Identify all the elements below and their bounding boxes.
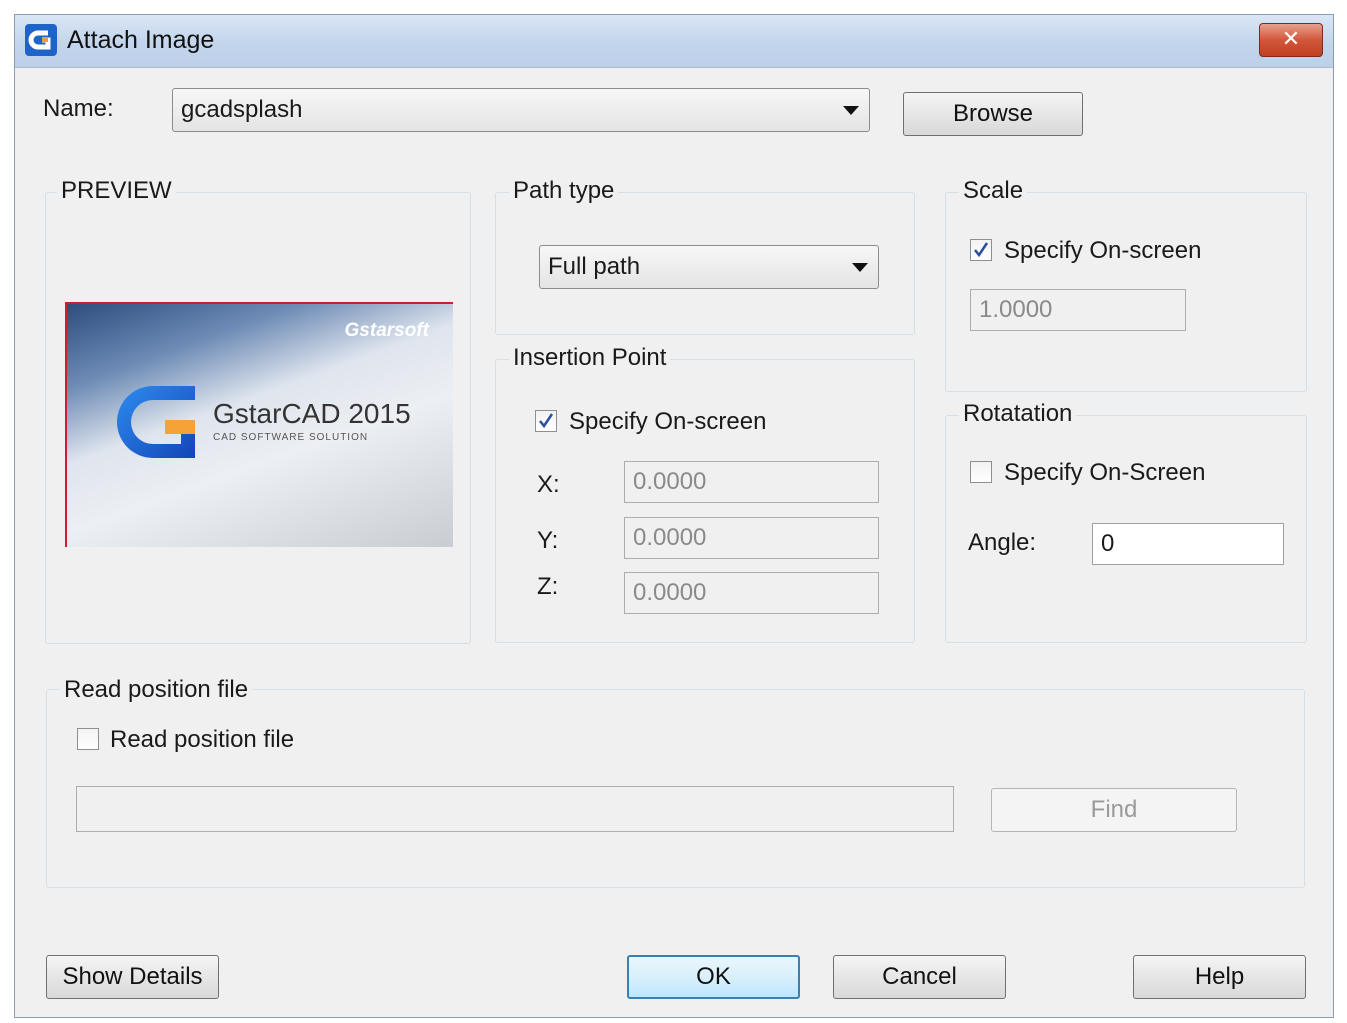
preview-product-name: GstarCAD 2015 [213,398,411,429]
ok-button[interactable]: OK [627,955,800,999]
help-button[interactable]: Help [1133,955,1306,999]
scale-specify-label: Specify On-screen [1004,237,1202,264]
insertion-point-title: Insertion Point [509,344,671,372]
scale-specify-checkbox[interactable] [970,239,992,261]
z-label: Z: [537,573,559,600]
browse-button[interactable]: Browse [903,92,1083,136]
angle-input[interactable]: 0 [1092,523,1284,565]
cancel-button[interactable]: Cancel [833,955,1006,999]
title-bar: Attach Image ✕ [15,15,1333,68]
close-button[interactable]: ✕ [1259,23,1323,57]
y-input[interactable]: 0.0000 [624,517,879,559]
read-position-title: Read position file [60,676,253,704]
preview-brand-logo: Gstarsoft [344,320,429,341]
preview-title: PREVIEW [57,177,176,205]
scale-input[interactable]: 1.0000 [970,289,1186,331]
z-input[interactable]: 0.0000 [624,572,879,614]
rotation-specify-label: Specify On-Screen [1004,459,1206,486]
dropdown-arrow-icon [852,263,868,272]
angle-value: 0 [1101,530,1115,557]
app-icon [25,24,57,56]
attach-image-dialog: Attach Image ✕ Name: gcadsplash Browse P… [14,14,1334,1018]
preview-image: Gstarsoft GstarCAD 2015 CAD SOFTWARE SOL… [65,302,453,547]
find-button[interactable]: Find [991,788,1237,832]
preview-product-tagline: CAD SOFTWARE SOLUTION [213,432,369,443]
x-value: 0.0000 [633,468,707,495]
path-type-title: Path type [509,177,619,205]
read-position-checkbox[interactable] [77,728,99,750]
close-icon: ✕ [1281,27,1301,52]
name-value: gcadsplash [181,96,303,123]
checkmark-icon [974,242,989,258]
z-value: 0.0000 [633,579,707,606]
y-value: 0.0000 [633,524,707,551]
position-file-path-input[interactable] [76,786,954,832]
x-input[interactable]: 0.0000 [624,461,879,503]
path-type-value: Full path [548,253,641,280]
checkmark-icon [539,413,554,429]
name-label: Name: [43,95,114,122]
insertion-specify-label: Specify On-screen [569,408,767,435]
window-title: Attach Image [67,26,215,54]
gstarcad-logo-icon [117,386,195,458]
rotation-title: Rotatation [959,400,1077,428]
scale-title: Scale [959,177,1028,205]
y-label: Y: [537,527,559,554]
path-type-combobox[interactable]: Full path [539,245,879,289]
show-details-button[interactable]: Show Details [46,955,219,999]
read-position-checkbox-label: Read position file [110,726,295,753]
rotation-specify-checkbox[interactable] [970,461,992,483]
insertion-specify-checkbox[interactable] [535,410,557,432]
x-label: X: [537,471,560,498]
dropdown-arrow-icon [843,106,859,115]
name-combobox[interactable]: gcadsplash [172,88,870,132]
scale-value: 1.0000 [979,296,1053,323]
angle-label: Angle: [968,529,1037,556]
